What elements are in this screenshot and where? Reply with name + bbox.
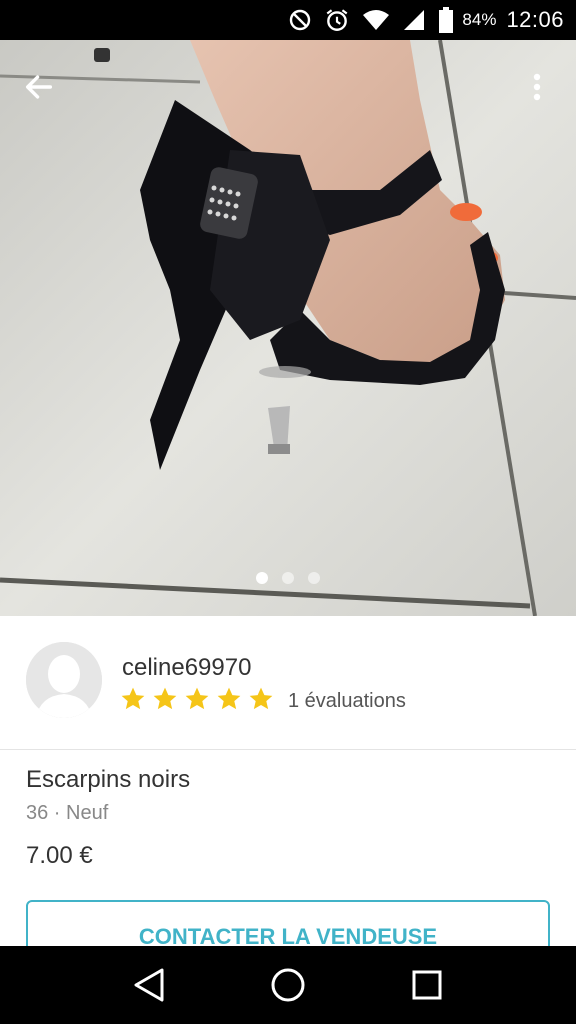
recents-square-icon: [412, 970, 442, 1000]
item-size-condition: 36 · Neuf: [26, 802, 109, 824]
carousel-dot-1[interactable]: [256, 572, 268, 584]
cell-signal-icon: [402, 8, 426, 32]
more-options-button[interactable]: [516, 66, 558, 108]
arrow-left-icon: [25, 75, 53, 99]
system-nav-bar: [0, 946, 576, 1024]
carousel-dot-3[interactable]: [308, 572, 320, 584]
seller-section[interactable]: celine69970 1 évaluations: [0, 616, 576, 750]
home-circle-icon: [271, 968, 305, 1002]
product-photo: [0, 40, 576, 616]
star-icon: [121, 687, 145, 710]
nav-home-button[interactable]: [263, 960, 313, 1010]
star-icon: [185, 687, 209, 710]
seller-avatar[interactable]: [26, 642, 102, 718]
alarm-icon: [324, 7, 350, 33]
star-icon: [249, 687, 273, 710]
back-button[interactable]: [18, 66, 60, 108]
battery-percent: 84%: [462, 10, 497, 29]
battery-icon: [438, 7, 454, 33]
item-price: 7.00 €: [26, 842, 93, 869]
back-triangle-icon: [134, 968, 164, 1002]
do-not-disturb-icon: [288, 8, 312, 32]
nav-back-button[interactable]: [124, 960, 174, 1010]
default-avatar-icon: [26, 642, 102, 718]
star-icon: [153, 687, 177, 710]
status-bar: 84% 12:06: [0, 0, 576, 40]
wifi-icon: [362, 9, 390, 31]
more-vertical-icon: [533, 73, 541, 101]
item-title: Escarpins noirs: [26, 766, 191, 793]
seller-username[interactable]: celine69970: [122, 654, 251, 682]
carousel-indicator: [0, 572, 576, 584]
product-photo-carousel[interactable]: [0, 40, 576, 616]
nav-recents-button[interactable]: [402, 960, 452, 1010]
seller-rating-stars: [120, 686, 274, 712]
star-icon: [217, 687, 241, 710]
clock: 12:06: [506, 7, 564, 32]
carousel-dot-2[interactable]: [282, 572, 294, 584]
rating-count[interactable]: 1 évaluations: [288, 690, 406, 713]
